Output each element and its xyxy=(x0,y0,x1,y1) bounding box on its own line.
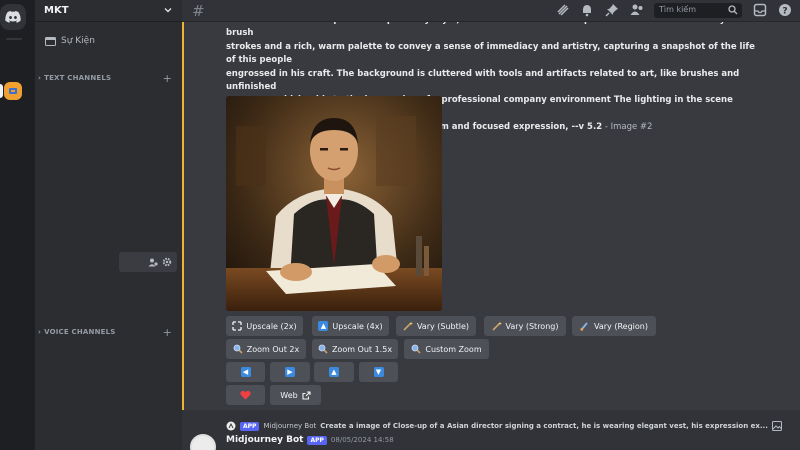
generated-image[interactable] xyxy=(226,96,442,311)
highlighted-message: worried and scared depicted in a painter… xyxy=(182,22,800,410)
external-link-icon xyxy=(302,390,311,400)
vary-subtle-label: Vary (Subtle) xyxy=(416,321,470,331)
search-placeholder: Tìm kiếm xyxy=(659,5,697,14)
reply-author: Midjourney Bot xyxy=(263,422,317,430)
vary-region-button[interactable]: Vary (Region) xyxy=(572,316,656,336)
arrow-down-icon: ▼ xyxy=(373,367,384,377)
inbox-icon[interactable] xyxy=(753,3,767,17)
heart-icon xyxy=(240,390,251,400)
bell-icon[interactable] xyxy=(580,3,594,17)
search-icon xyxy=(728,5,738,15)
zoom-out-1-5x-label: Zoom Out 1.5x xyxy=(331,344,393,354)
up-arrow-icon: ▲ xyxy=(318,321,329,331)
arrow-up-icon: ▲ xyxy=(329,367,339,377)
vary-strong-label: Vary (Strong) xyxy=(505,321,559,331)
vary-strong-button[interactable]: Vary (Strong) xyxy=(484,316,566,336)
message-line: strokes and a rich, warm palette to conv… xyxy=(226,41,755,66)
add-channel-icon[interactable]: + xyxy=(163,72,172,85)
expand-arrows-icon xyxy=(232,321,243,331)
selected-server-indicator xyxy=(0,84,3,98)
discord-window: MKT Sự Kiện › TEXT CHANNELS + › VOICE CH… xyxy=(0,0,800,450)
category-label: TEXT CHANNELS xyxy=(44,74,112,82)
rail-separator xyxy=(6,38,22,40)
web-link-button[interactable]: Web xyxy=(270,385,321,405)
magic-wand-icon xyxy=(491,321,502,331)
chevron-right-icon: › xyxy=(38,74,42,82)
chevron-right-icon: › xyxy=(38,328,42,336)
pan-right-button[interactable]: ▶ xyxy=(270,362,310,382)
hashtag-icon: # xyxy=(192,2,205,20)
favorite-button[interactable] xyxy=(226,385,265,405)
server-avatar-icon xyxy=(9,88,17,94)
server-name: MKT xyxy=(44,5,69,16)
server-rail xyxy=(0,0,35,450)
help-icon[interactable]: ? xyxy=(778,3,792,17)
arrow-left-icon: ◀ xyxy=(240,367,251,377)
app-badge: APP xyxy=(240,421,260,431)
channel-sidebar: MKT Sự Kiện › TEXT CHANNELS + › VOICE CH… xyxy=(35,0,182,450)
highlight-bar xyxy=(182,22,184,410)
reply-preview[interactable]: APP Midjourney Bot Create a image of Clo… xyxy=(226,420,786,432)
custom-zoom-button[interactable]: Custom Zoom xyxy=(404,339,489,359)
upscale-4x-label: Upscale (4x) xyxy=(332,321,383,331)
events-label: Sự Kiện xyxy=(61,36,95,46)
chevron-down-icon xyxy=(164,8,172,13)
web-label: Web xyxy=(280,390,298,400)
arrow-right-icon: ▶ xyxy=(285,367,295,377)
vary-region-label: Vary (Region) xyxy=(594,321,648,331)
upscale-2x-button[interactable]: Upscale (2x) xyxy=(226,316,303,336)
reply-text: Create a image of Close-up of a Asian di… xyxy=(320,422,768,430)
discord-home-button[interactable] xyxy=(0,4,26,30)
magic-wand-icon xyxy=(403,321,413,331)
reply-avatar-icon xyxy=(226,421,236,431)
member-list-icon[interactable] xyxy=(630,3,644,17)
portrait-illustration xyxy=(226,96,442,311)
magnifier-icon xyxy=(411,344,421,354)
image-attachment-icon xyxy=(771,421,782,431)
events-item[interactable]: Sự Kiện xyxy=(45,36,95,46)
image-index: - Image #2 xyxy=(602,122,653,133)
add-channel-icon[interactable]: + xyxy=(163,326,172,339)
voice-user-panel xyxy=(119,252,177,272)
category-voice-channels[interactable]: › VOICE CHANNELS + xyxy=(38,326,176,339)
custom-zoom-label: Custom Zoom xyxy=(425,344,482,354)
pan-down-button[interactable]: ▼ xyxy=(359,362,398,382)
magnifier-icon xyxy=(233,344,243,354)
pin-icon[interactable] xyxy=(605,3,619,17)
category-text-channels[interactable]: › TEXT CHANNELS + xyxy=(38,72,176,85)
message-timestamp: 08/05/2024 14:58 xyxy=(330,436,394,444)
channel-topbar: # Tìm kiếm ? xyxy=(182,0,800,22)
gear-icon[interactable] xyxy=(162,257,172,267)
people-icon[interactable] xyxy=(148,258,158,267)
calendar-icon xyxy=(45,37,56,46)
pan-left-button[interactable]: ◀ xyxy=(226,362,265,382)
discord-logo-icon xyxy=(5,11,21,23)
paintbrush-icon xyxy=(580,322,588,331)
zoom-out-1-5x-button[interactable]: Zoom Out 1.5x xyxy=(312,339,398,359)
vary-subtle-button[interactable]: Vary (Subtle) xyxy=(396,316,476,336)
message-list: worried and scared depicted in a painter… xyxy=(182,22,800,450)
search-input[interactable]: Tìm kiếm xyxy=(654,3,742,18)
author-name[interactable]: Midjourney Bot xyxy=(226,435,303,445)
magnifier-icon xyxy=(318,344,328,354)
message-line: worried and scared depicted in a painter… xyxy=(226,22,754,39)
threads-icon[interactable] xyxy=(556,3,570,17)
upscale-2x-label: Upscale (2x) xyxy=(246,321,297,331)
category-label: VOICE CHANNELS xyxy=(44,328,116,336)
server-header[interactable]: MKT xyxy=(35,0,182,22)
zoom-out-2x-button[interactable]: Zoom Out 2x xyxy=(226,339,306,359)
app-badge: APP xyxy=(307,435,327,445)
pan-up-button[interactable]: ▲ xyxy=(314,362,354,382)
svg-text:?: ? xyxy=(782,7,787,17)
message-header: Midjourney Bot APP 08/05/2024 14:58 xyxy=(226,435,394,445)
upscale-4x-button[interactable]: ▲ Upscale (4x) xyxy=(312,316,389,336)
server-mkt-icon[interactable] xyxy=(4,82,22,100)
midjourney-bot-avatar[interactable] xyxy=(190,434,216,450)
message-line: engrossed in his craft. The background i… xyxy=(226,68,740,93)
zoom-out-2x-label: Zoom Out 2x xyxy=(246,344,300,354)
